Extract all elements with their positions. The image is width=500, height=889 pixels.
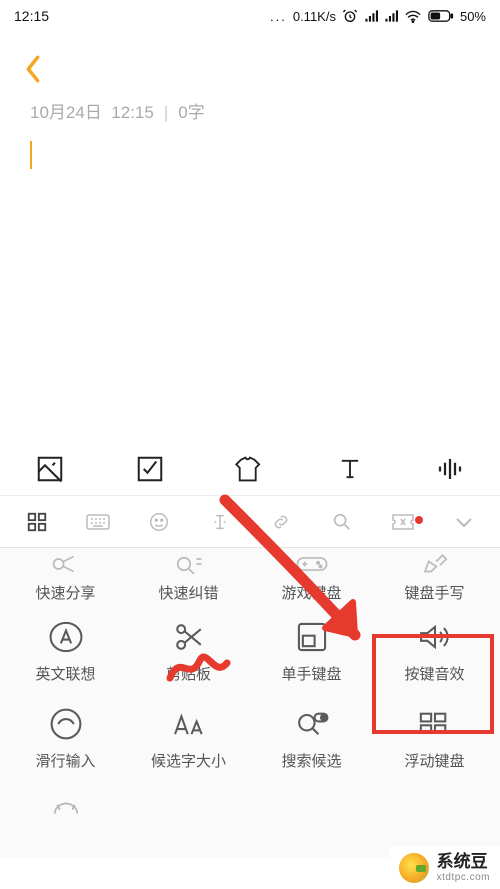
battery-pct: 50% bbox=[460, 9, 486, 24]
scissors-icon bbox=[172, 620, 206, 654]
cursor-edit-icon bbox=[209, 511, 231, 533]
watermark: 系统豆 xtdtpc.com bbox=[389, 847, 500, 889]
voice-tool[interactable] bbox=[430, 449, 470, 489]
note-meta: 10月24日 12:15 | 0字 bbox=[0, 90, 500, 123]
status-time: 12:15 bbox=[14, 8, 49, 24]
note-editor[interactable] bbox=[0, 123, 500, 192]
chevron-left-icon bbox=[24, 55, 42, 83]
chevron-down-icon bbox=[454, 515, 474, 529]
kb-tab-search[interactable] bbox=[311, 511, 372, 533]
watermark-site: xtdtpc.com bbox=[437, 872, 490, 883]
search-icon bbox=[331, 511, 353, 533]
kb-cell-label: 英文联想 bbox=[35, 663, 95, 684]
kb-cell-label: 按键音效 bbox=[404, 663, 464, 684]
theme-tool[interactable] bbox=[230, 449, 270, 489]
status-bar: 12:15 ... 0.11K/s 50% bbox=[0, 0, 500, 32]
checkbox-tool[interactable] bbox=[130, 449, 170, 489]
search-toggle-icon bbox=[294, 708, 330, 740]
kb-cell-en-assoc[interactable]: 英文联想 bbox=[4, 605, 127, 692]
kb-cell-correct[interactable]: 快速纠错 bbox=[127, 548, 250, 605]
battery-icon bbox=[428, 9, 454, 23]
status-net-speed: 0.11K/s bbox=[293, 9, 336, 24]
kb-cell-search-cand[interactable]: 搜索候选 bbox=[250, 692, 373, 779]
soundwave-icon bbox=[435, 454, 465, 484]
share-icon bbox=[50, 554, 82, 574]
watermark-logo-icon bbox=[399, 853, 429, 883]
signal-icon bbox=[364, 9, 378, 23]
kb-row: 英文联想 剪贴板 单手键盘 按键音效 bbox=[4, 605, 496, 692]
kb-row bbox=[4, 779, 496, 837]
letter-a-icon bbox=[48, 620, 84, 654]
speaker-icon bbox=[416, 620, 454, 654]
kb-top-strip bbox=[0, 496, 500, 548]
font-size-icon bbox=[170, 708, 208, 740]
kb-tab-coupon[interactable] bbox=[372, 512, 433, 532]
back-button[interactable] bbox=[18, 54, 48, 84]
kb-row: 滑行输入 候选字大小 搜索候选 浮动键盘 bbox=[4, 692, 496, 779]
kb-cell-swipe[interactable]: 滑行输入 bbox=[4, 692, 127, 779]
kb-cell-handwrite[interactable]: 键盘手写 bbox=[373, 548, 496, 605]
text-cursor bbox=[30, 141, 32, 169]
wifi-icon bbox=[404, 9, 422, 23]
divider: | bbox=[164, 103, 168, 122]
kb-cell-label: 快速分享 bbox=[35, 582, 95, 603]
kb-tab-emoji[interactable] bbox=[128, 511, 189, 533]
pen-icon bbox=[420, 554, 450, 574]
keyboard-icon bbox=[86, 513, 110, 531]
text-tool[interactable] bbox=[330, 449, 370, 489]
kb-tab-collapse[interactable] bbox=[433, 515, 494, 529]
kb-cell-label: 滑行输入 bbox=[35, 750, 95, 771]
kb-cell-label: 键盘手写 bbox=[404, 582, 464, 603]
kb-tab-edit[interactable] bbox=[189, 511, 250, 533]
note-char-count: 0字 bbox=[178, 103, 204, 122]
kb-cell-key-sound[interactable]: 按键音效 bbox=[373, 605, 496, 692]
kb-cell-label: 剪贴板 bbox=[166, 663, 211, 684]
swipe-icon bbox=[49, 707, 83, 741]
kb-cell-clipboard[interactable]: 剪贴板 bbox=[127, 605, 250, 692]
kb-cell-label: 搜索候选 bbox=[281, 750, 341, 771]
image-icon bbox=[35, 454, 65, 484]
text-icon bbox=[336, 454, 364, 484]
link-icon bbox=[270, 511, 292, 533]
note-time: 12:15 bbox=[111, 103, 154, 122]
image-tool[interactable] bbox=[30, 449, 70, 489]
kb-row: 快速分享 快速纠错 游戏键盘 键盘手写 bbox=[4, 548, 496, 605]
gamepad-icon bbox=[295, 554, 329, 574]
emoji-icon bbox=[148, 511, 170, 533]
kb-cell-label: 游戏键盘 bbox=[281, 582, 341, 603]
kb-cell-share[interactable]: 快速分享 bbox=[4, 548, 127, 605]
kb-cell-fontsize[interactable]: 候选字大小 bbox=[127, 692, 250, 779]
alarm-icon bbox=[342, 8, 358, 24]
kb-cell-game[interactable]: 游戏键盘 bbox=[250, 548, 373, 605]
kb-tab-keyboard[interactable] bbox=[67, 513, 128, 531]
checkbox-icon bbox=[135, 454, 165, 484]
onehand-kb-icon bbox=[295, 620, 329, 654]
coupon-icon bbox=[391, 512, 415, 532]
tshirt-icon bbox=[234, 454, 266, 484]
grid-icon bbox=[26, 511, 48, 533]
note-date: 10月24日 bbox=[30, 103, 102, 122]
kb-cell-float-kb[interactable]: 浮动键盘 bbox=[373, 692, 496, 779]
kb-cell-more[interactable] bbox=[4, 779, 127, 837]
kb-cell-label: 候选字大小 bbox=[151, 750, 226, 771]
note-toolbar bbox=[0, 432, 500, 496]
kb-settings-grid: 快速分享 快速纠错 游戏键盘 键盘手写 英文联想 剪贴板 单手键盘 bbox=[0, 548, 500, 858]
kb-cell-label: 浮动键盘 bbox=[404, 750, 464, 771]
kb-tab-grid[interactable] bbox=[6, 511, 67, 533]
float-kb-icon bbox=[417, 709, 453, 739]
kb-cell-onehand[interactable]: 单手键盘 bbox=[250, 605, 373, 692]
watermark-name: 系统豆 bbox=[437, 853, 490, 872]
kb-cell-label: 单手键盘 bbox=[281, 663, 341, 684]
status-dots: ... bbox=[270, 9, 287, 24]
kb-tab-clip[interactable] bbox=[250, 511, 311, 533]
notification-dot bbox=[415, 516, 423, 524]
signal-icon-2 bbox=[384, 9, 398, 23]
kb-cell-label: 快速纠错 bbox=[158, 582, 218, 603]
search-text-icon bbox=[173, 554, 205, 574]
cat-icon bbox=[49, 801, 83, 821]
